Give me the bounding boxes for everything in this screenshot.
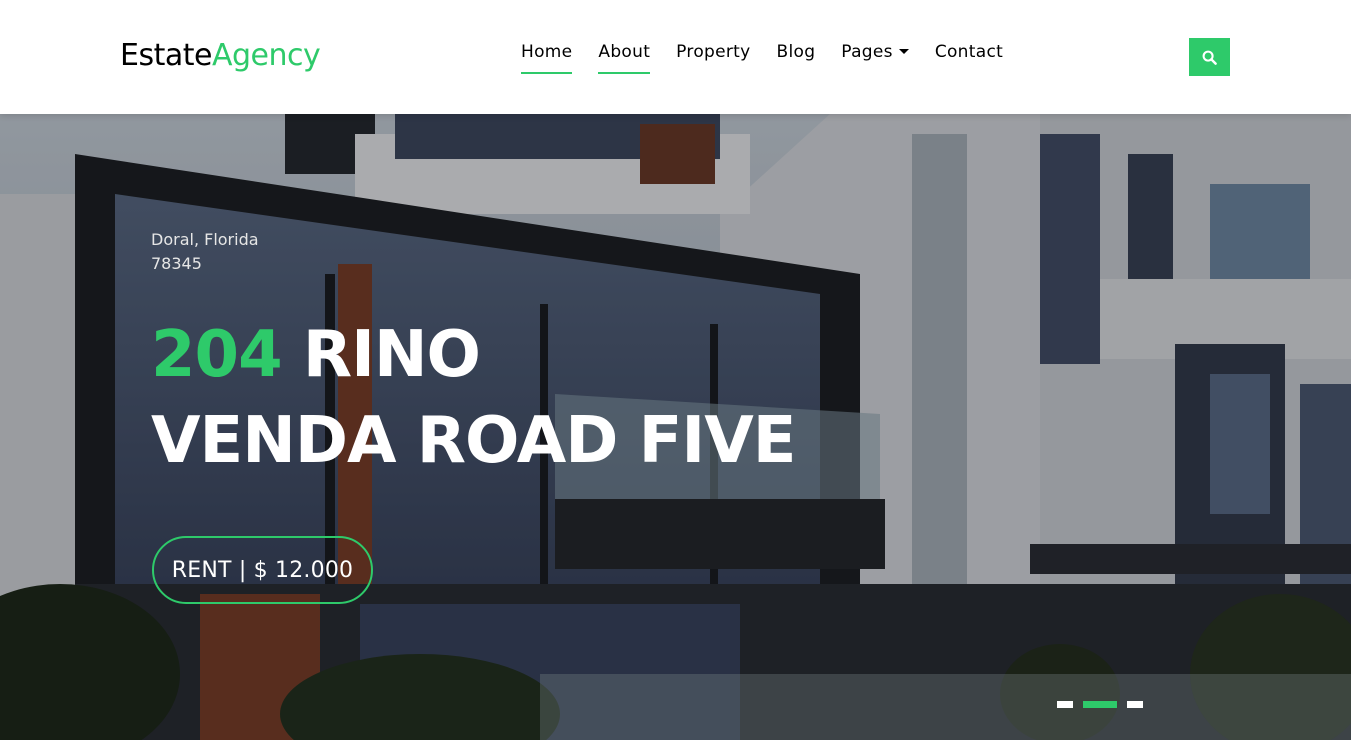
- chevron-down-icon: [898, 49, 909, 54]
- nav-item-about[interactable]: About: [598, 42, 650, 74]
- nav-item-property[interactable]: Property: [676, 42, 750, 72]
- hero-carousel: Doral, Florida 78345 204 RINO VENDA ROAD…: [0, 114, 1351, 740]
- carousel-indicators: [1057, 701, 1143, 708]
- title-line2: VENDA ROAD FIVE: [151, 404, 796, 478]
- site-header: EstateAgency Home About Property Blog Pa…: [0, 0, 1351, 114]
- brand-logo[interactable]: EstateAgency: [120, 38, 321, 73]
- brand-accent: Agency: [211, 38, 321, 73]
- carousel-dot-3[interactable]: [1127, 701, 1143, 708]
- nav-item-home[interactable]: Home: [521, 42, 573, 74]
- property-title: 204 RINO VENDA ROAD FIVE: [151, 312, 796, 484]
- nav-item-blog[interactable]: Blog: [777, 42, 816, 72]
- property-location: Doral, Florida 78345: [151, 228, 259, 276]
- main-nav: Home About Property Blog Pages Contact: [521, 42, 1029, 74]
- title-number: 204: [151, 318, 283, 392]
- location-city: Doral, Florida: [151, 230, 259, 249]
- rent-price-button[interactable]: RENT | $ 12.000: [152, 536, 373, 604]
- search-icon: [1202, 50, 1217, 65]
- search-button[interactable]: [1189, 38, 1230, 76]
- carousel-dot-1[interactable]: [1057, 701, 1073, 708]
- nav-item-contact[interactable]: Contact: [935, 42, 1003, 72]
- location-zip: 78345: [151, 254, 202, 273]
- nav-item-pages[interactable]: Pages: [841, 42, 909, 72]
- title-line1: RINO: [281, 318, 481, 392]
- brand-name: Estate: [120, 38, 212, 73]
- carousel-dot-2[interactable]: [1083, 701, 1117, 708]
